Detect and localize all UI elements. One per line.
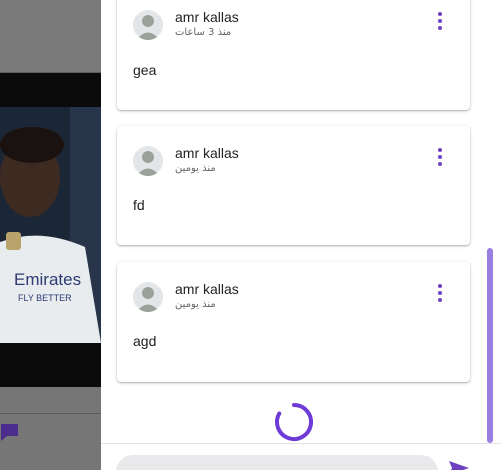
comment-card: amr kallas منذ يومين agd <box>117 262 470 382</box>
comment-time: منذ يومين <box>175 163 216 174</box>
avatar <box>133 282 163 312</box>
svg-text:FLY BETTER: FLY BETTER <box>18 293 72 303</box>
spinner-icon <box>275 403 314 441</box>
more-vertical-icon[interactable] <box>432 146 448 168</box>
comment-author: amr kallas <box>175 145 239 161</box>
comment-text: agd <box>133 333 157 349</box>
comment-text: fd <box>133 197 145 213</box>
comment-author: amr kallas <box>175 9 239 25</box>
comment-author: amr kallas <box>175 281 239 297</box>
video-thumbnail: Emirates FLY BETTER <box>0 107 101 343</box>
comments-drawer: amr kallas منذ 3 ساعات gea amr kallas من… <box>101 0 501 470</box>
send-icon[interactable] <box>449 461 469 470</box>
more-vertical-icon[interactable] <box>432 282 448 304</box>
player-photo: Emirates FLY BETTER <box>0 107 101 343</box>
comment-time: منذ 3 ساعات <box>175 27 232 38</box>
comment-time: منذ يومين <box>175 299 216 310</box>
avatar <box>133 146 163 176</box>
scrollbar[interactable] <box>487 248 493 443</box>
svg-text:Emirates: Emirates <box>14 270 81 289</box>
person-icon <box>136 151 160 176</box>
person-icon <box>136 15 160 40</box>
avatar <box>133 10 163 40</box>
divider <box>0 413 101 414</box>
person-icon <box>136 287 160 312</box>
chat-icon <box>1 424 18 441</box>
comment-input[interactable] <box>116 455 438 470</box>
comment-text: gea <box>133 62 157 78</box>
comment-composer <box>101 443 501 470</box>
comment-card: amr kallas منذ يومين fd <box>117 126 470 245</box>
more-vertical-icon[interactable] <box>432 10 448 32</box>
comment-card: amr kallas منذ 3 ساعات gea <box>117 0 470 110</box>
background-header <box>0 0 101 73</box>
